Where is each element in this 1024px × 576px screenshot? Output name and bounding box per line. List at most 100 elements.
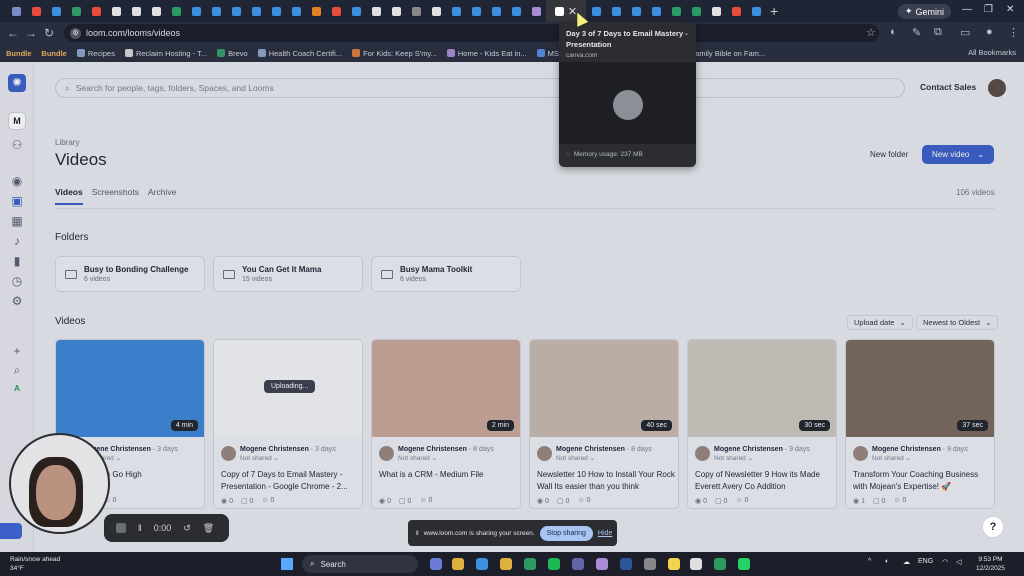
video-card[interactable]: 40 sec Mogene Christensen · 8 days Not sha… [529,339,679,509]
stop-sharing-button[interactable]: Stop sharing [539,525,593,541]
video-title[interactable]: What is a CRM - Medium File [379,469,517,481]
settings-gear-icon[interactable]: ⚙ [10,294,24,308]
taskbar-app-icon[interactable] [476,558,488,570]
pause-icon[interactable]: ‖ [138,523,142,533]
browser-tab[interactable] [226,0,246,22]
folder-card[interactable]: You Can Get It Mama 15 videos [213,256,363,292]
browser-tab[interactable] [486,0,506,22]
browser-tab[interactable] [526,0,546,22]
video-card[interactable]: 2 min Mogene Christensen · 8 days Not shar… [371,339,521,509]
browser-tab[interactable] [406,0,426,22]
video-thumbnail[interactable]: 2 min [372,340,520,437]
url-input[interactable]: ⚙ loom.com/looms/videos [64,24,879,42]
browser-tab[interactable] [706,0,726,22]
site-info-icon[interactable]: ⚙ [70,27,81,39]
video-card[interactable]: 37 sec Mogene Christensen · 9 days Not sha… [845,339,995,509]
share-status[interactable]: Not shared ⌄ [714,454,810,462]
taskbar-search[interactable]: ⌕ Search [302,555,418,573]
taskbar-app-icon[interactable] [572,558,584,570]
close-window-icon[interactable]: ✕ [1006,4,1014,15]
calendar-icon[interactable]: ▦ [10,214,24,228]
browser-tab[interactable] [626,0,646,22]
share-status[interactable]: Not shared ⌄ [398,454,494,462]
browser-tab[interactable] [206,0,226,22]
history-clock-icon[interactable]: ◷ [10,274,24,288]
forward-icon[interactable]: → [22,26,40,40]
taskbar-clock[interactable]: 9:53 PM 12/2/2025 [976,555,1005,573]
taskbar-app-icon[interactable] [668,558,680,570]
browser-tab[interactable] [646,0,666,22]
extension-icon[interactable]: ◐ [890,26,897,38]
invite-user-icon[interactable]: ⚇ [10,138,24,152]
delete-icon[interactable]: 🗑 [203,523,214,534]
browser-tab[interactable] [6,0,26,22]
loom-logo-icon[interactable]: ✺ [8,74,26,92]
extensions-puzzle-icon[interactable]: ⧉ [934,26,942,39]
folder-card[interactable]: Busy to Bonding Challenge 6 videos [55,256,205,292]
video-title[interactable]: Copy of Newsletter 9 How its Made Everet… [695,469,833,493]
tab-videos[interactable]: Videos [55,187,83,205]
all-bookmarks-button[interactable]: All Bookmarks [968,48,1016,57]
browser-tab[interactable] [26,0,46,22]
browser-tab[interactable] [86,0,106,22]
browser-tab[interactable] [326,0,346,22]
drag-handle-icon[interactable]: ‖ [416,530,419,537]
workspace-avatar[interactable]: M [8,112,26,130]
taskbar-app-icon[interactable] [596,558,608,570]
taskbar-app-icon[interactable] [524,558,536,570]
search-input[interactable]: ⌕ Search for people, tags, folders, Spac… [55,78,905,98]
share-status[interactable]: Not shared ⌄ [240,454,336,462]
user-avatar[interactable] [988,79,1006,97]
bookmark-item[interactable]: Health Coach Certifi... [257,49,342,58]
camera-toggle-tab[interactable] [0,523,22,539]
tab-archive[interactable]: Archive [148,187,176,205]
bookmark-icon[interactable]: ▮ [10,254,24,268]
share-status[interactable]: Not shared ⌄ [872,454,968,462]
webcam-bubble[interactable] [9,433,110,534]
bookmark-item[interactable]: For Kids: Keep S'my... [352,49,437,58]
minimize-icon[interactable]: — [962,4,972,15]
sort-order-dropdown[interactable]: Newest to Oldest ⌄ [916,315,999,330]
browser-tab[interactable] [386,0,406,22]
browser-tab[interactable] [586,0,606,22]
restart-icon[interactable]: ↺ [183,523,191,534]
taskbar-app-icon[interactable] [620,558,632,570]
browser-tab[interactable] [366,0,386,22]
hide-share-bar-link[interactable]: Hide [598,530,612,537]
maximize-icon[interactable]: ❐ [984,4,993,15]
profile-avatar-icon[interactable]: ● [986,26,993,38]
taskbar-app-icon[interactable] [500,558,512,570]
taskbar-app-icon[interactable] [452,558,464,570]
taskbar-app-icon[interactable] [644,558,656,570]
new-video-button[interactable]: New video ⌄ [922,145,995,164]
breadcrumb[interactable]: Library [55,138,79,147]
video-title[interactable]: Copy of 7 Days to Email Mastery - Presen… [221,469,359,493]
contact-sales-link[interactable]: Contact Sales [920,82,976,92]
video-title[interactable]: Transform Your Coaching Business with Mo… [853,469,991,493]
bookmark-star-icon[interactable]: ☆ [866,26,876,39]
menu-kebab-icon[interactable]: ⋮ [1008,26,1019,39]
stop-record-icon[interactable] [116,523,126,533]
reload-icon[interactable]: ↻ [40,26,58,40]
browser-tab[interactable] [746,0,766,22]
library-icon[interactable]: ▣ [10,194,24,208]
show-hidden-icons-icon[interactable]: ^ [868,558,871,565]
browser-tab[interactable] [166,0,186,22]
bookmark-item[interactable]: Home - Kids Eat in... [446,49,527,58]
browser-tab[interactable] [286,0,306,22]
bookmark-item[interactable]: Recipes [76,49,115,58]
bookmark-item[interactable]: Reclaim Hosting - T... [124,49,207,58]
space-avatar[interactable]: A [10,382,24,396]
browser-tab[interactable] [446,0,466,22]
taskbar-app-icon[interactable] [714,558,726,570]
sort-upload-date-dropdown[interactable]: Upload date ⌄ [847,315,913,330]
weather-widget[interactable]: Rain/snow ahead 34°F [10,555,60,573]
browser-tab[interactable] [506,0,526,22]
share-status[interactable]: Not shared ⌄ [556,454,652,462]
video-card[interactable]: 30 sec Mogene Christensen · 9 days Not sha… [687,339,837,509]
browser-tab[interactable] [426,0,446,22]
browser-tab[interactable] [46,0,66,22]
search-spaces-icon[interactable]: ⌕ [10,363,24,377]
video-card[interactable]: Uploading... Mogene Christensen · 3 days N… [213,339,363,509]
browser-tab[interactable] [266,0,286,22]
